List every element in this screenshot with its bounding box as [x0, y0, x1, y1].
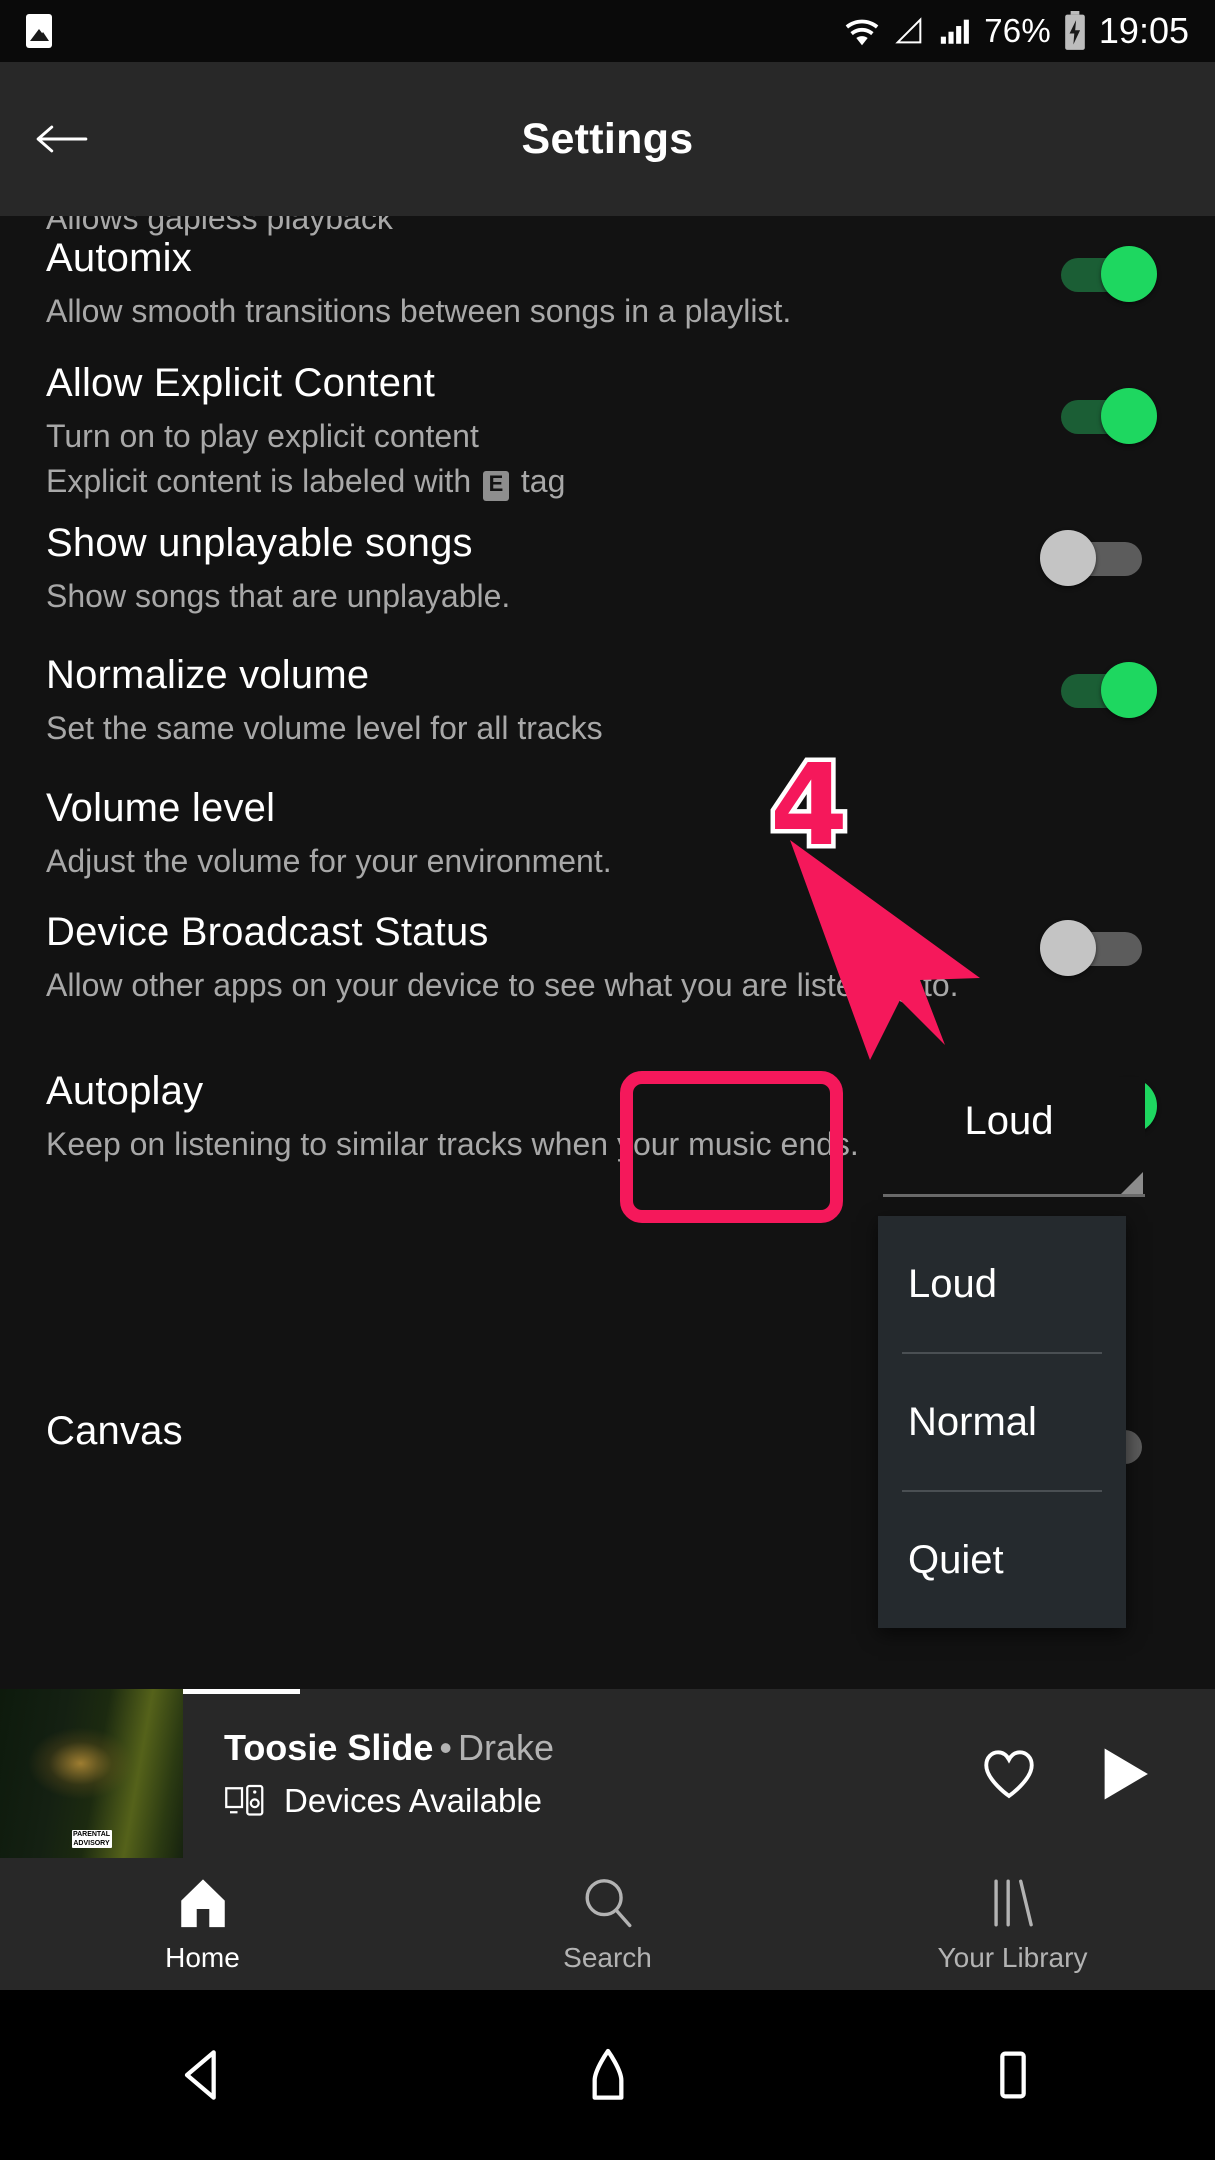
setting-row-volume-level[interactable]: Volume level Adjust the volume for your … — [46, 786, 1176, 883]
subtitle-suffix: tag — [512, 462, 566, 499]
toggle-thumb — [1101, 662, 1157, 718]
setting-title: Volume level — [46, 786, 276, 830]
android-recents-button[interactable] — [810, 2043, 1215, 2107]
toggle-thumb — [1040, 530, 1096, 586]
setting-row-device-broadcast-status[interactable]: Device Broadcast Status Allow other apps… — [46, 910, 1176, 1007]
now-playing-text: Toosie Slide • Drake Devices Available — [224, 1727, 554, 1820]
subtitle-prefix: Explicit content is labeled with — [46, 462, 480, 499]
toggle-thumb — [1101, 388, 1157, 444]
parental-advisory-label: PARENTAL ADVISORY — [71, 1830, 112, 1848]
setting-title: Normalize volume — [46, 653, 370, 697]
tab-your-library[interactable]: Your Library — [810, 1874, 1215, 1974]
toggle-normalize-volume[interactable] — [1055, 662, 1157, 718]
android-back-icon — [184, 2050, 216, 2100]
setting-title: Automix — [46, 236, 192, 280]
setting-subtitle: Allow smooth transitions between songs i… — [46, 293, 792, 329]
setting-row-automix[interactable]: Automix Allow smooth transitions between… — [46, 236, 1176, 333]
clock-text: 19:05 — [1098, 10, 1189, 51]
tab-label-home: Home — [165, 1942, 240, 1973]
settings-list[interactable]: Allows gapless playback Automix Allow sm… — [0, 216, 1215, 1689]
dropdown-option-loud[interactable]: Loud — [878, 1216, 1126, 1352]
back-button[interactable] — [30, 107, 94, 171]
play-icon[interactable] — [1097, 1743, 1153, 1805]
signal-empty-icon — [895, 17, 922, 44]
annotation-step-number: 4 — [766, 741, 853, 871]
now-playing-title-line: Toosie Slide • Drake — [224, 1727, 554, 1769]
status-bar-right: 76% 19:05 — [843, 10, 1189, 52]
setting-title: Show unplayable songs — [46, 521, 473, 565]
battery-charging-icon — [1065, 11, 1085, 50]
android-home-button[interactable] — [405, 2043, 810, 2107]
wifi-icon — [845, 19, 879, 46]
setting-row-normalize-volume[interactable]: Normalize volume Set the same volume lev… — [46, 653, 1176, 750]
now-playing-bar[interactable]: PARENTAL ADVISORY Toosie Slide • Drake Devi… — [0, 1689, 1215, 1858]
signal-bars-icon — [941, 19, 970, 44]
back-arrow-icon — [36, 125, 88, 153]
android-nav-bar[interactable] — [0, 1990, 1215, 2160]
library-icon — [993, 1879, 1033, 1927]
volume-level-selected-value: Loud — [964, 1099, 1054, 1143]
page-title: Settings — [521, 114, 694, 163]
dropdown-option-normal[interactable]: Normal — [878, 1354, 1126, 1490]
setting-subtitle: Adjust the volume for your environment. — [46, 843, 612, 879]
toggle-thumb — [1040, 920, 1096, 976]
dropdown-option-quiet[interactable]: Quiet — [878, 1492, 1126, 1628]
setting-row-show-unplayable[interactable]: Show unplayable songs Show songs that ar… — [46, 521, 1176, 618]
setting-row-explicit[interactable]: Allow Explicit Content Turn on to play e… — [46, 361, 1176, 503]
setting-title: Allow Explicit Content — [46, 361, 436, 405]
toggle-allow-explicit-content[interactable] — [1055, 388, 1157, 444]
volume-level-dropdown-list[interactable]: Loud Normal Quiet — [878, 1216, 1126, 1628]
chevron-down-icon — [1121, 1172, 1143, 1194]
artist-name: Drake — [457, 1727, 555, 1768]
heart-icon[interactable] — [977, 1743, 1041, 1805]
tab-home[interactable]: Home — [0, 1874, 405, 1974]
setting-title: Device Broadcast Status — [46, 910, 489, 954]
android-recents-icon — [999, 2051, 1026, 2099]
home-icon — [180, 1879, 225, 1928]
tab-search[interactable]: Search — [405, 1874, 810, 1974]
gallery-icon — [26, 14, 52, 48]
clipped-subtitle: Allows gapless playback — [46, 216, 393, 236]
status-bar-left — [26, 14, 52, 48]
battery-percent-text: 76% — [984, 12, 1051, 49]
search-icon — [585, 1879, 631, 1928]
devices-icon — [225, 1784, 264, 1816]
android-home-icon — [592, 2048, 623, 2100]
toggle-automix[interactable] — [1055, 246, 1157, 302]
setting-subtitle-line1: Turn on to play explicit content — [46, 418, 479, 454]
android-back-button[interactable] — [0, 2043, 405, 2107]
setting-subtitle: Allow other apps on your device to see w… — [46, 967, 959, 1003]
track-name: Toosie Slide — [224, 1727, 434, 1768]
setting-subtitle-line2: Explicit content is labeled with E tag — [46, 460, 1176, 503]
tab-label-search: Search — [563, 1942, 652, 1973]
separator-dot: • — [439, 1727, 452, 1768]
now-playing-actions — [977, 1743, 1215, 1805]
volume-level-spinner[interactable]: Loud — [873, 1077, 1145, 1197]
explicit-badge: E — [483, 470, 509, 501]
toggle-show-unplayable-songs[interactable] — [1040, 530, 1142, 586]
status-bar: 76% 19:05 — [0, 0, 1215, 62]
app-bar: Settings — [0, 62, 1215, 216]
setting-subtitle: Show songs that are unplayable. — [46, 578, 511, 614]
toggle-thumb — [1101, 246, 1157, 302]
annotation-spacer — [620, 1072, 842, 1220]
toggle-device-broadcast-status[interactable] — [1040, 920, 1142, 976]
phone-screen: 76% 19:05 Settings Allows gapless playba… — [0, 0, 1215, 2160]
bottom-tab-bar[interactable]: Home Search Your Library — [0, 1858, 1215, 1990]
devices-available-text: Devices Available — [284, 1782, 543, 1819]
album-art[interactable]: PARENTAL ADVISORY — [0, 1689, 183, 1858]
setting-subtitle: Set the same volume level for all tracks — [46, 710, 603, 746]
devices-available-row[interactable]: Devices Available — [224, 1782, 554, 1820]
spinner-underline — [883, 1194, 1145, 1197]
tab-label-your-library: Your Library — [937, 1942, 1088, 1973]
